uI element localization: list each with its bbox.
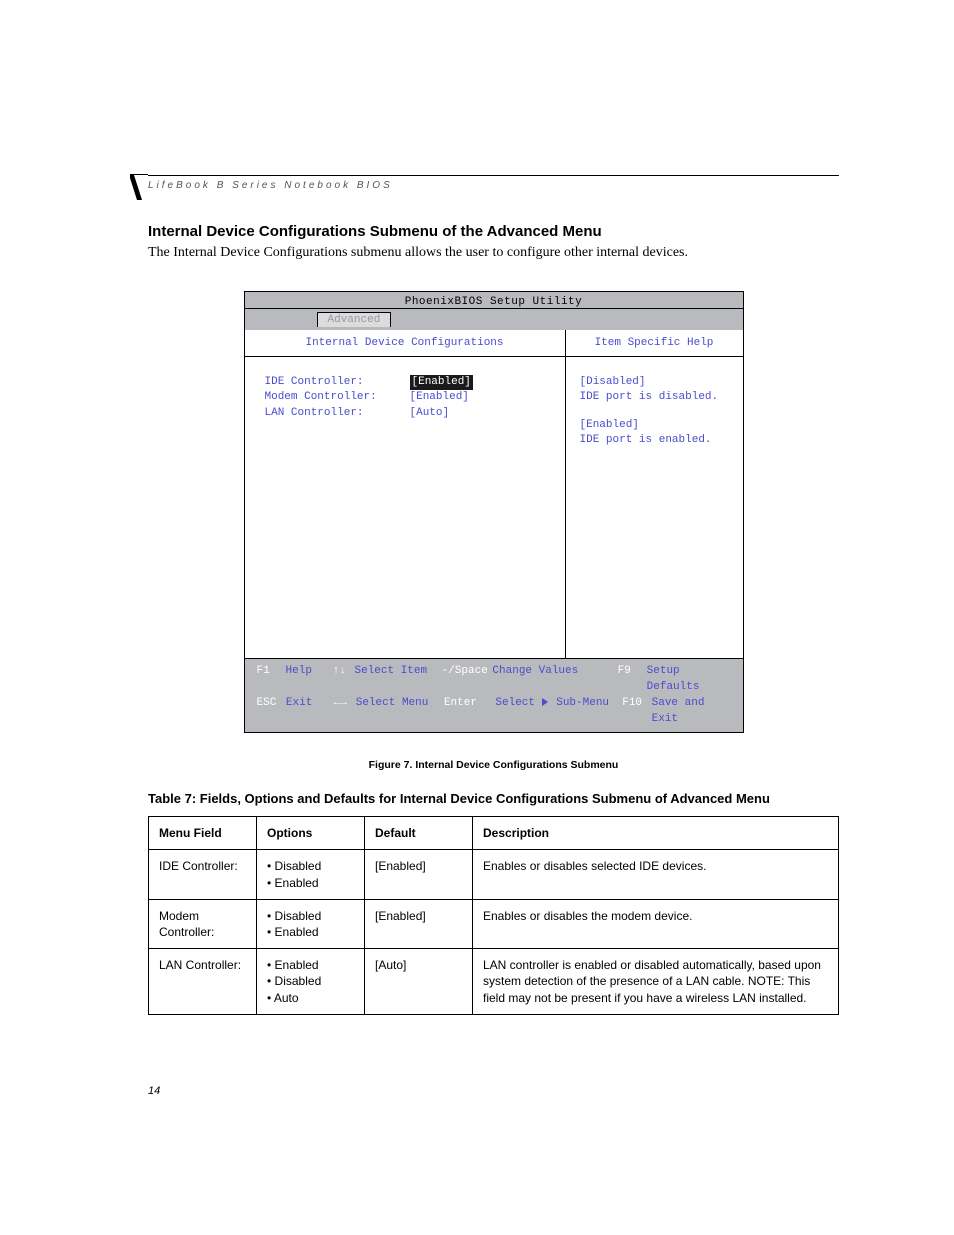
th-description: Description [473,817,839,850]
cell-desc: Enables or disables selected IDE devices… [473,850,839,899]
cell-default: [Auto] [365,949,473,1015]
table-row: LAN Controller: Enabled Disabled Auto [A… [149,949,839,1015]
action-select-item: Select Item [355,664,442,696]
help-line: IDE port is enabled. [580,433,729,448]
action-exit: Exit [286,696,334,728]
bios-field-value: [Enabled] [410,390,469,405]
key-f10[interactable]: F10 [622,696,651,728]
section-title: Internal Device Configurations Submenu o… [148,223,839,240]
action-change: Change Values [492,664,617,696]
fields-table: Menu Field Options Default Description I… [148,816,839,1015]
page-number: 14 [148,1085,160,1097]
bios-help-body: [Disabled] IDE port is disabled. [Enable… [566,357,743,659]
figure-caption: Figure 7. Internal Device Configurations… [148,759,839,771]
bios-window: PhoenixBIOS Setup Utility Advanced Inter… [244,291,744,733]
option: Disabled [267,858,354,874]
cell-desc: Enables or disables the modem device. [473,899,839,948]
cell-field: LAN Controller: [149,949,257,1015]
bios-left-title: Internal Device Configurations [245,330,565,357]
table-row: IDE Controller: Disabled Enabled [Enable… [149,850,839,899]
help-line: IDE port is disabled. [580,390,729,405]
key-f1[interactable]: F1 [257,664,286,696]
action-submenu: Select Sub-Menu [495,696,622,728]
cell-options: Disabled Enabled [257,850,365,899]
bios-help-title: Item Specific Help [566,330,743,357]
cell-field: IDE Controller: [149,850,257,899]
key-leftright[interactable]: ←→ [334,696,356,728]
key-esc[interactable]: ESC [257,696,286,728]
cell-default: [Enabled] [365,850,473,899]
key-space[interactable]: -/Space [442,664,493,696]
th-options: Options [257,817,365,850]
bios-field-value: [Auto] [410,406,450,421]
cell-desc: LAN controller is enabled or disabled au… [473,949,839,1015]
action-select-menu: Select Menu [356,696,444,728]
cell-default: [Enabled] [365,899,473,948]
table-row: Modem Controller: Disabled Enabled [Enab… [149,899,839,948]
corner-glyph [130,174,148,202]
bios-field-lan[interactable]: LAN Controller: [Auto] [265,406,551,421]
action-save-exit: Save and Exit [652,696,731,728]
bios-field-modem[interactable]: Modem Controller: [Enabled] [265,390,551,405]
help-line: [Disabled] [580,375,729,390]
bios-tab-advanced[interactable]: Advanced [317,312,392,327]
key-enter[interactable]: Enter [444,696,495,728]
key-updown[interactable]: ↑↓ [333,664,355,696]
action-defaults: Setup Defaults [647,664,731,696]
running-title: LifeBook B Series Notebook BIOS [148,180,839,191]
th-menu-field: Menu Field [149,817,257,850]
bios-footer: F1 Help ↑↓ Select Item -/Space Change Va… [245,659,743,732]
section-intro: The Internal Device Configurations subme… [148,244,839,263]
page-header: LifeBook B Series Notebook BIOS [148,175,839,191]
table-header-row: Menu Field Options Default Description [149,817,839,850]
key-f9[interactable]: F9 [618,664,647,696]
option: Auto [267,990,354,1006]
option: Disabled [267,973,354,989]
bios-field-label: IDE Controller: [265,375,410,390]
option: Enabled [267,957,354,973]
bios-field-label: LAN Controller: [265,406,410,421]
bios-field-value: [Enabled] [410,375,473,390]
cell-options: Disabled Enabled [257,899,365,948]
cell-field: Modem Controller: [149,899,257,948]
bios-app-title: PhoenixBIOS Setup Utility [245,292,743,309]
option: Disabled [267,908,354,924]
bios-tab-bar: Advanced [245,309,743,330]
help-line: [Enabled] [580,418,729,433]
option: Enabled [267,875,354,891]
cell-options: Enabled Disabled Auto [257,949,365,1015]
option: Enabled [267,924,354,940]
bios-field-ide[interactable]: IDE Controller: [Enabled] [265,375,551,390]
bios-field-label: Modem Controller: [265,390,410,405]
triangle-right-icon [542,698,548,706]
table-title: Table 7: Fields, Options and Defaults fo… [148,791,839,806]
action-help: Help [286,664,333,696]
th-default: Default [365,817,473,850]
